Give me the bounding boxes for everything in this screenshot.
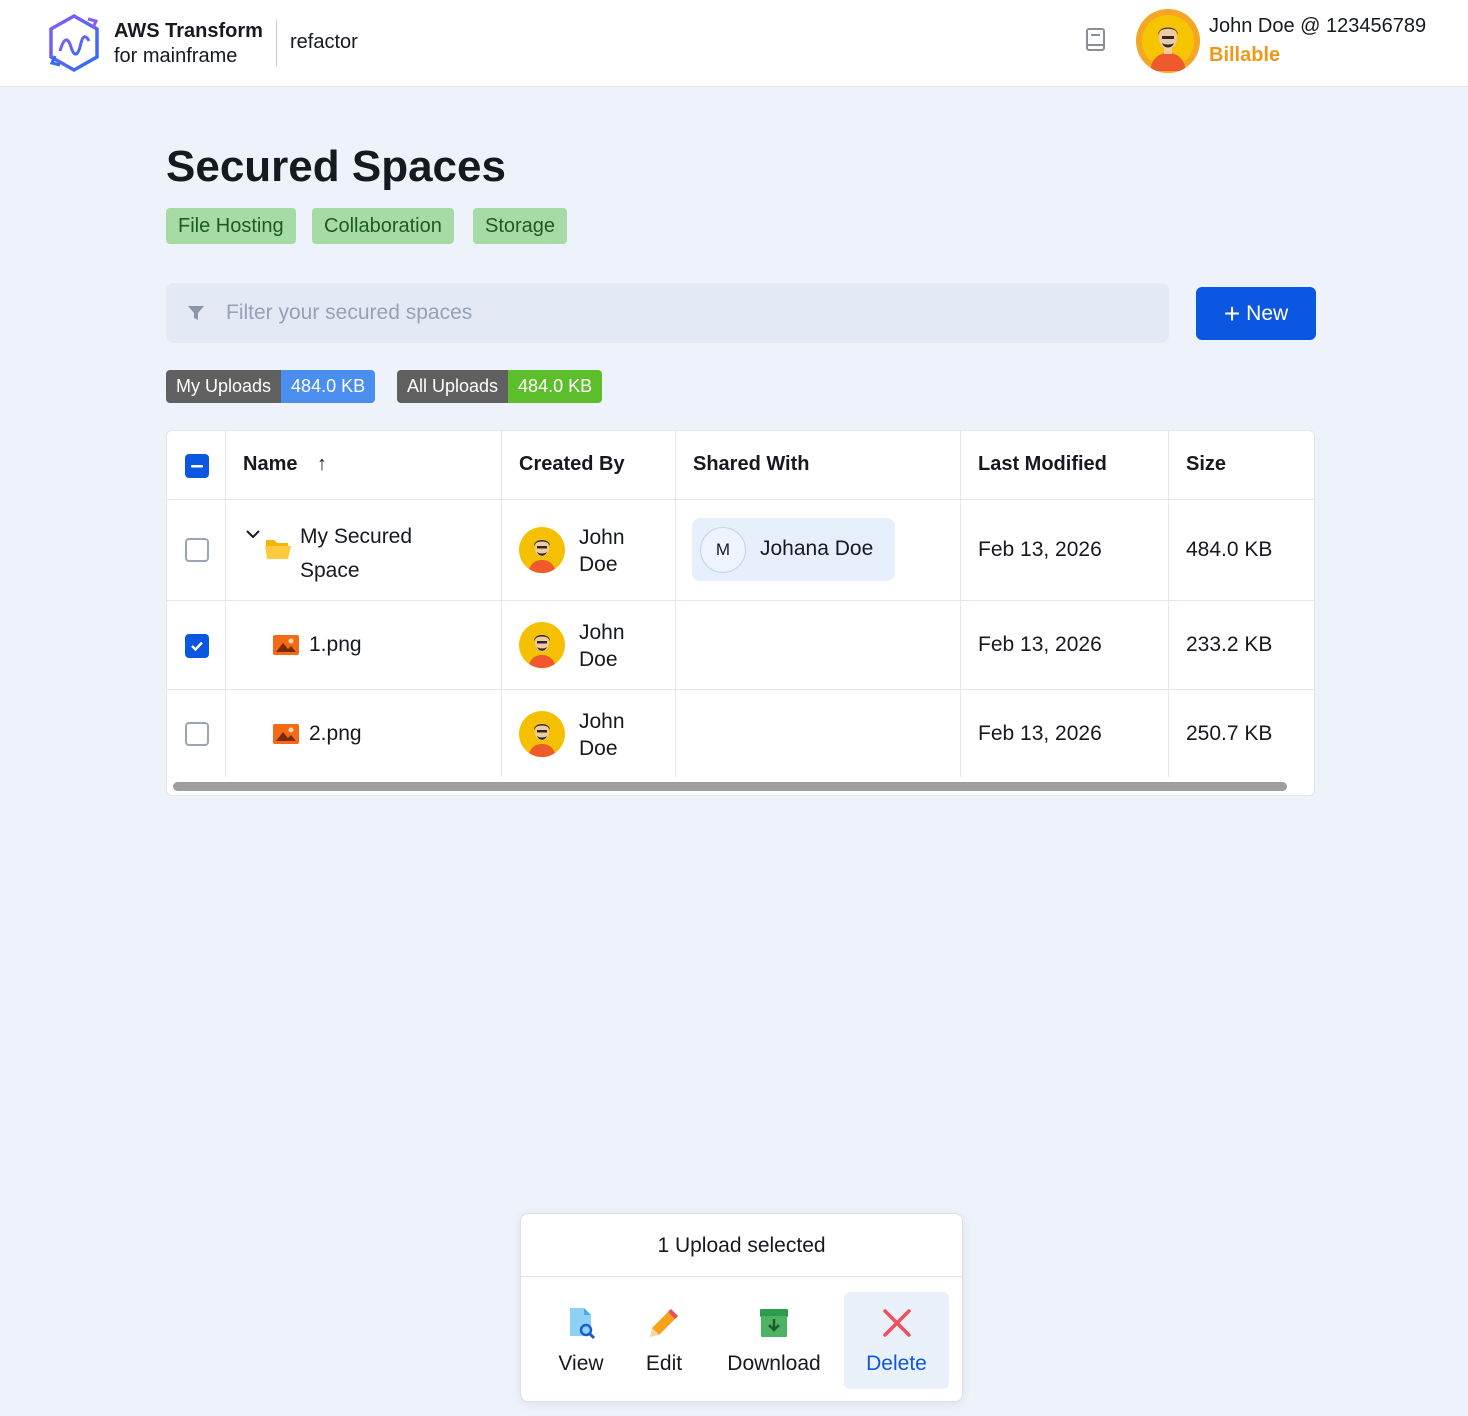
last-modified: Feb 13, 2026 <box>978 538 1102 561</box>
column-header-size[interactable]: Size <box>1186 453 1226 476</box>
sort-ascending-icon[interactable]: ↑ <box>317 453 327 475</box>
row-checkbox[interactable] <box>185 538 209 562</box>
all-uploads-value: 484.0 KB <box>508 370 603 403</box>
book-icon[interactable] <box>1084 27 1108 53</box>
last-modified: Feb 13, 2026 <box>978 722 1102 745</box>
creator-avatar <box>519 527 565 573</box>
brand-divider <box>276 20 277 66</box>
file-name[interactable]: 2.png <box>309 722 362 746</box>
creator-name: John Doe <box>579 710 625 760</box>
download-label: Download <box>727 1352 821 1375</box>
my-uploads-label: My Uploads <box>166 370 282 403</box>
filter-icon <box>188 306 204 320</box>
view-file-icon <box>570 1308 596 1340</box>
row-checkbox[interactable] <box>185 722 209 746</box>
user-face-icon <box>1142 15 1194 71</box>
user-face-icon <box>528 634 556 668</box>
download-icon <box>760 1309 788 1337</box>
selection-action-panel: 1 Upload selected View Edit Download Del… <box>520 1213 963 1402</box>
image-icon <box>273 635 299 655</box>
horizontal-scrollbar[interactable] <box>173 782 1287 791</box>
my-uploads-value: 484.0 KB <box>281 370 376 403</box>
shared-with-chip[interactable]: M Johana Doe <box>692 518 895 581</box>
filter-input[interactable] <box>226 292 1146 334</box>
page-title: Secured Spaces <box>166 142 506 191</box>
column-header-last-modified[interactable]: Last Modified <box>978 453 1107 476</box>
table-row[interactable]: 1.png John Doe Feb 13, 2026 233.2 KB <box>167 601 1314 690</box>
creator-name: John Doe <box>579 526 625 576</box>
view-label: View <box>558 1352 604 1375</box>
creator-avatar <box>519 622 565 668</box>
file-size: 233.2 KB <box>1186 633 1273 656</box>
chevron-down-icon[interactable] <box>245 528 261 540</box>
product-mode: refactor <box>290 31 358 53</box>
new-button[interactable]: + New <box>1196 287 1316 340</box>
column-header-created-by[interactable]: Created By <box>519 453 625 476</box>
my-uploads-badge: My Uploads 484.0 KB <box>166 370 376 403</box>
brand-subtitle: for mainframe <box>114 45 238 67</box>
image-icon <box>273 724 299 744</box>
plus-icon: + <box>1223 297 1241 329</box>
top-header: AWS Transform for mainframe refactor Joh… <box>0 0 1468 87</box>
select-all-checkbox[interactable] <box>185 454 209 478</box>
pencil-icon <box>650 1309 678 1337</box>
table-row[interactable]: 2.png John Doe Feb 13, 2026 250.7 KB <box>167 690 1314 778</box>
file-name[interactable]: 1.png <box>309 633 362 657</box>
view-button[interactable]: View <box>541 1292 621 1389</box>
creator-avatar <box>519 711 565 757</box>
shared-user-name: Johana Doe <box>760 537 874 560</box>
billing-status: Billable <box>1209 44 1281 66</box>
file-size: 484.0 KB <box>1186 538 1273 561</box>
close-icon <box>882 1309 911 1337</box>
edit-label: Edit <box>645 1352 683 1375</box>
user-face-icon <box>528 539 556 573</box>
tag-storage: Storage <box>473 208 568 244</box>
delete-button[interactable]: Delete <box>844 1292 949 1389</box>
delete-label: Delete <box>866 1352 927 1375</box>
minus-icon <box>191 465 203 468</box>
new-button-label: New <box>1246 301 1289 325</box>
aws-transform-logo-icon <box>49 13 99 73</box>
space-name[interactable]: My Secured Space <box>300 520 412 588</box>
edit-button[interactable]: Edit <box>629 1292 699 1389</box>
all-uploads-badge: All Uploads 484.0 KB <box>397 370 603 403</box>
column-header-name[interactable]: Name ↑ <box>243 453 327 476</box>
file-size: 250.7 KB <box>1186 722 1273 745</box>
all-uploads-label: All Uploads <box>397 370 509 403</box>
checkmark-icon <box>191 641 203 652</box>
shared-user-initial: M <box>700 527 746 573</box>
brand-title: AWS Transform <box>114 20 263 42</box>
last-modified: Feb 13, 2026 <box>978 633 1102 656</box>
column-header-shared-with[interactable]: Shared With <box>693 453 810 476</box>
spaces-table: Name ↑ Created By Shared With Last Modif… <box>166 430 1315 796</box>
selection-summary: 1 Upload selected <box>521 1214 962 1277</box>
table-row[interactable]: My Secured Space John Doe M Johana Doe F… <box>167 500 1314 601</box>
table-header: Name ↑ Created By Shared With Last Modif… <box>167 431 1314 500</box>
user-account-label: John Doe @ 123456789 <box>1209 15 1427 37</box>
creator-name: John Doe <box>579 621 625 671</box>
row-checkbox[interactable] <box>185 634 209 658</box>
tag-collaboration: Collaboration <box>312 208 454 244</box>
user-avatar[interactable] <box>1136 9 1200 73</box>
user-face-icon <box>528 723 556 757</box>
download-button[interactable]: Download <box>713 1292 835 1389</box>
tag-file-hosting: File Hosting <box>166 208 296 244</box>
folder-icon <box>265 540 291 559</box>
